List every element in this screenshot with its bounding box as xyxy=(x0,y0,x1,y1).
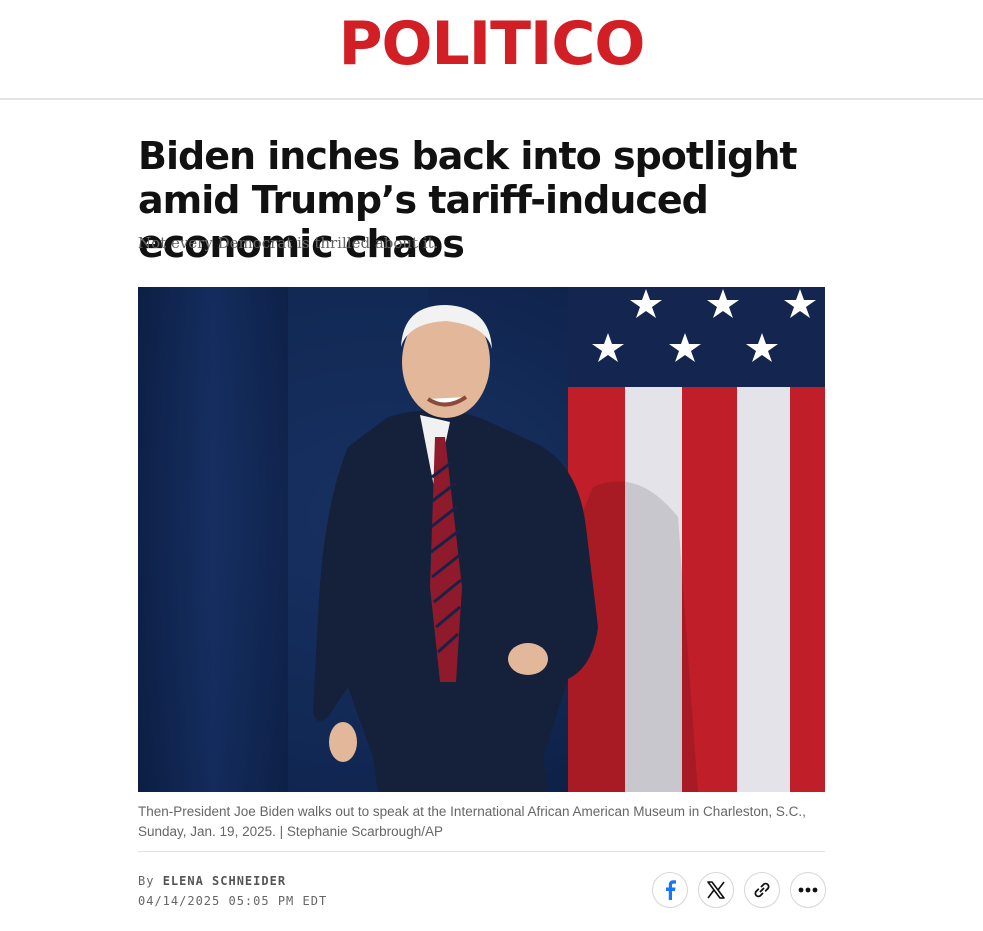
share-facebook-button[interactable] xyxy=(652,872,688,908)
more-share-button[interactable] xyxy=(790,872,826,908)
facebook-icon xyxy=(666,880,676,900)
divider xyxy=(138,851,825,852)
copy-link-button[interactable] xyxy=(744,872,780,908)
share-x-button[interactable] xyxy=(698,872,734,908)
author-link[interactable]: ELENA SCHNEIDER xyxy=(163,874,286,888)
publish-timestamp: 04/14/2025 05:05 PM EDT xyxy=(138,894,328,908)
lead-photo xyxy=(138,287,825,792)
politico-logo[interactable]: POLITICO xyxy=(0,8,983,80)
link-icon xyxy=(754,882,770,898)
lead-photo-image xyxy=(138,287,825,792)
masthead: POLITICO xyxy=(0,0,983,100)
article-dek: Not every Democrat is thrilled about it. xyxy=(138,234,439,252)
x-icon xyxy=(707,881,725,899)
photo-caption: Then-President Joe Biden walks out to sp… xyxy=(138,804,806,839)
byline: By ELENA SCHNEIDER xyxy=(138,872,286,890)
more-icon xyxy=(798,887,818,893)
byline-prefix: By xyxy=(138,874,155,888)
